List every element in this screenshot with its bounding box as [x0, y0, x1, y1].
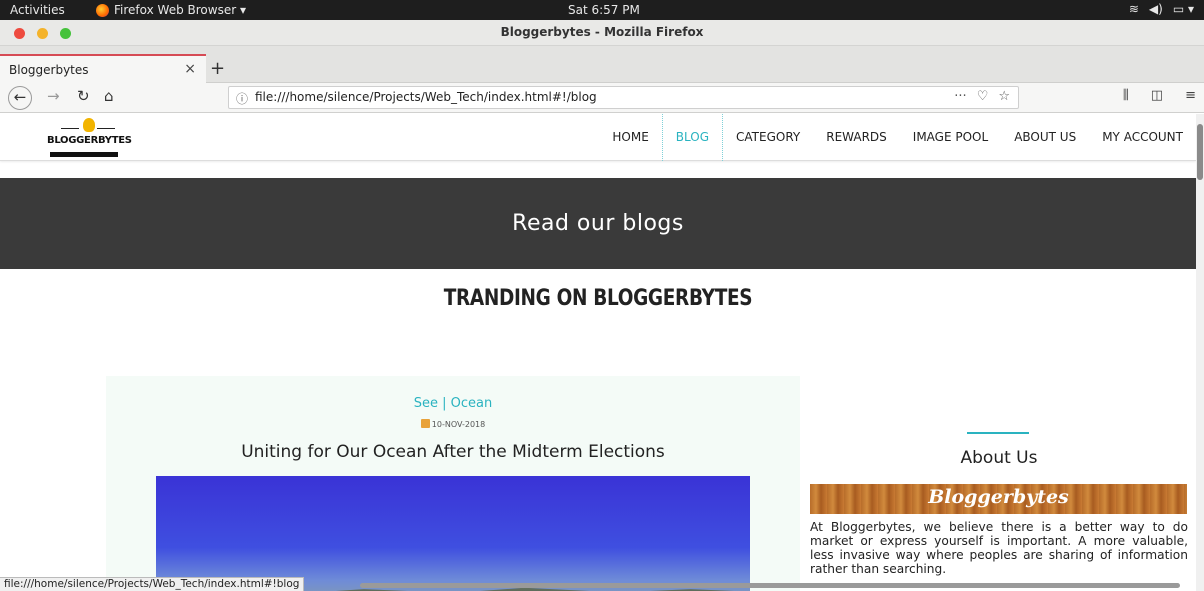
tab-strip: Bloggerbytes × + [0, 46, 1204, 83]
app-menu[interactable]: Firefox Web Browser ▾ [96, 3, 246, 17]
url-bar[interactable]: ⓘ file:///home/silence/Projects/Web_Tech… [228, 86, 1019, 109]
home-button[interactable]: ⌂ [104, 87, 114, 105]
app-menu-label: Firefox Web Browser ▾ [114, 3, 246, 17]
about-banner-text: Bloggerbytes [928, 486, 1069, 508]
post-date: 10-NOV-2018 [106, 419, 800, 429]
about-divider [967, 432, 1029, 434]
back-button[interactable]: ← [8, 86, 32, 110]
menu-item-image-pool[interactable]: IMAGE POOL [900, 114, 1001, 161]
system-top-bar: Activities Firefox Web Browser ▾ Sat 6:5… [0, 0, 1204, 20]
blog-post-card: See | Ocean 10-NOV-2018 Uniting for Our … [106, 376, 800, 591]
post-image[interactable] [156, 476, 750, 591]
wifi-icon: ≋ [1128, 2, 1139, 16]
hamburger-menu-icon[interactable]: ≡ [1185, 88, 1196, 103]
window-title-bar: Bloggerbytes - Mozilla Firefox [0, 20, 1204, 46]
bookmark-star-icon[interactable]: ☆ [998, 89, 1010, 104]
sidebar-icon[interactable]: ◫ [1151, 88, 1163, 103]
horizontal-scrollbar[interactable] [360, 583, 1180, 588]
tab-bloggerbytes[interactable]: Bloggerbytes × [0, 54, 206, 83]
page-viewport: BLOGGERBYTES HOME BLOG CATEGORY REWARDS … [0, 114, 1196, 591]
menu-item-home[interactable]: HOME [599, 114, 661, 161]
calendar-icon [420, 419, 430, 428]
close-tab-icon[interactable]: × [184, 61, 196, 77]
about-title: About Us [960, 448, 1038, 468]
page-actions-icon[interactable]: ··· [954, 89, 966, 104]
section-title: TRANDING ON BLOGGERBYTES [443, 286, 753, 311]
logo-text: BLOGGERBYTES [47, 135, 132, 146]
menu-item-my-account[interactable]: MY ACCOUNT [1089, 114, 1196, 161]
post-category-link[interactable]: See | Ocean [106, 396, 800, 411]
page-banner: Read our blogs [0, 178, 1196, 269]
site-header: BLOGGERBYTES HOME BLOG CATEGORY REWARDS … [0, 114, 1196, 161]
url-text[interactable]: file:///home/silence/Projects/Web_Tech/i… [255, 90, 597, 104]
menu-item-about-us[interactable]: ABOUT US [1001, 114, 1089, 161]
window-title: Bloggerbytes - Mozilla Firefox [500, 25, 704, 39]
pocket-icon[interactable]: ♡ [977, 89, 989, 104]
status-bar-link: file:///home/silence/Projects/Web_Tech/i… [0, 577, 305, 591]
battery-icon: ▭ ▾ [1172, 2, 1194, 16]
menu-item-blog[interactable]: BLOG [661, 114, 724, 161]
reload-button[interactable]: ↻ [77, 87, 90, 105]
info-icon[interactable]: ⓘ [236, 90, 248, 107]
vertical-scroll-thumb[interactable] [1197, 124, 1203, 180]
firefox-icon [96, 3, 109, 17]
logo-tagline-bar [50, 152, 118, 157]
post-title-link[interactable]: Uniting for Our Ocean After the Midterm … [106, 442, 800, 462]
about-sidebar: About Us Bloggerbytes At Bloggerbytes, w… [810, 414, 1188, 591]
new-tab-button[interactable]: + [210, 58, 225, 79]
site-logo[interactable]: BLOGGERBYTES [47, 118, 137, 160]
about-wood-banner: Bloggerbytes [810, 484, 1187, 514]
volume-icon: ◀) [1148, 2, 1163, 16]
tab-label: Bloggerbytes [9, 63, 89, 77]
about-description: At Bloggerbytes, we believe there is a b… [810, 520, 1188, 576]
forward-button[interactable]: → [47, 87, 60, 105]
navigation-toolbar: ← → ↻ ⌂ ⓘ file:///home/silence/Projects/… [0, 83, 1204, 113]
activities-button[interactable]: Activities [10, 3, 65, 17]
library-icon[interactable]: ⫼ [1123, 88, 1129, 103]
menu-item-category[interactable]: CATEGORY [723, 114, 813, 161]
post-date-text: 10-NOV-2018 [431, 420, 486, 429]
clock[interactable]: Sat 6:57 PM [568, 3, 640, 17]
menu-item-rewards[interactable]: REWARDS [813, 114, 900, 161]
logo-line-right [97, 128, 115, 129]
vertical-scrollbar[interactable] [1196, 114, 1204, 591]
main-menu: HOME BLOG CATEGORY REWARDS IMAGE POOL AB… [599, 114, 1196, 161]
logo-flame-icon [83, 118, 95, 132]
system-tray[interactable]: ≋ ◀) ▭ ▾ [1129, 2, 1194, 16]
logo-line-left [61, 128, 79, 129]
